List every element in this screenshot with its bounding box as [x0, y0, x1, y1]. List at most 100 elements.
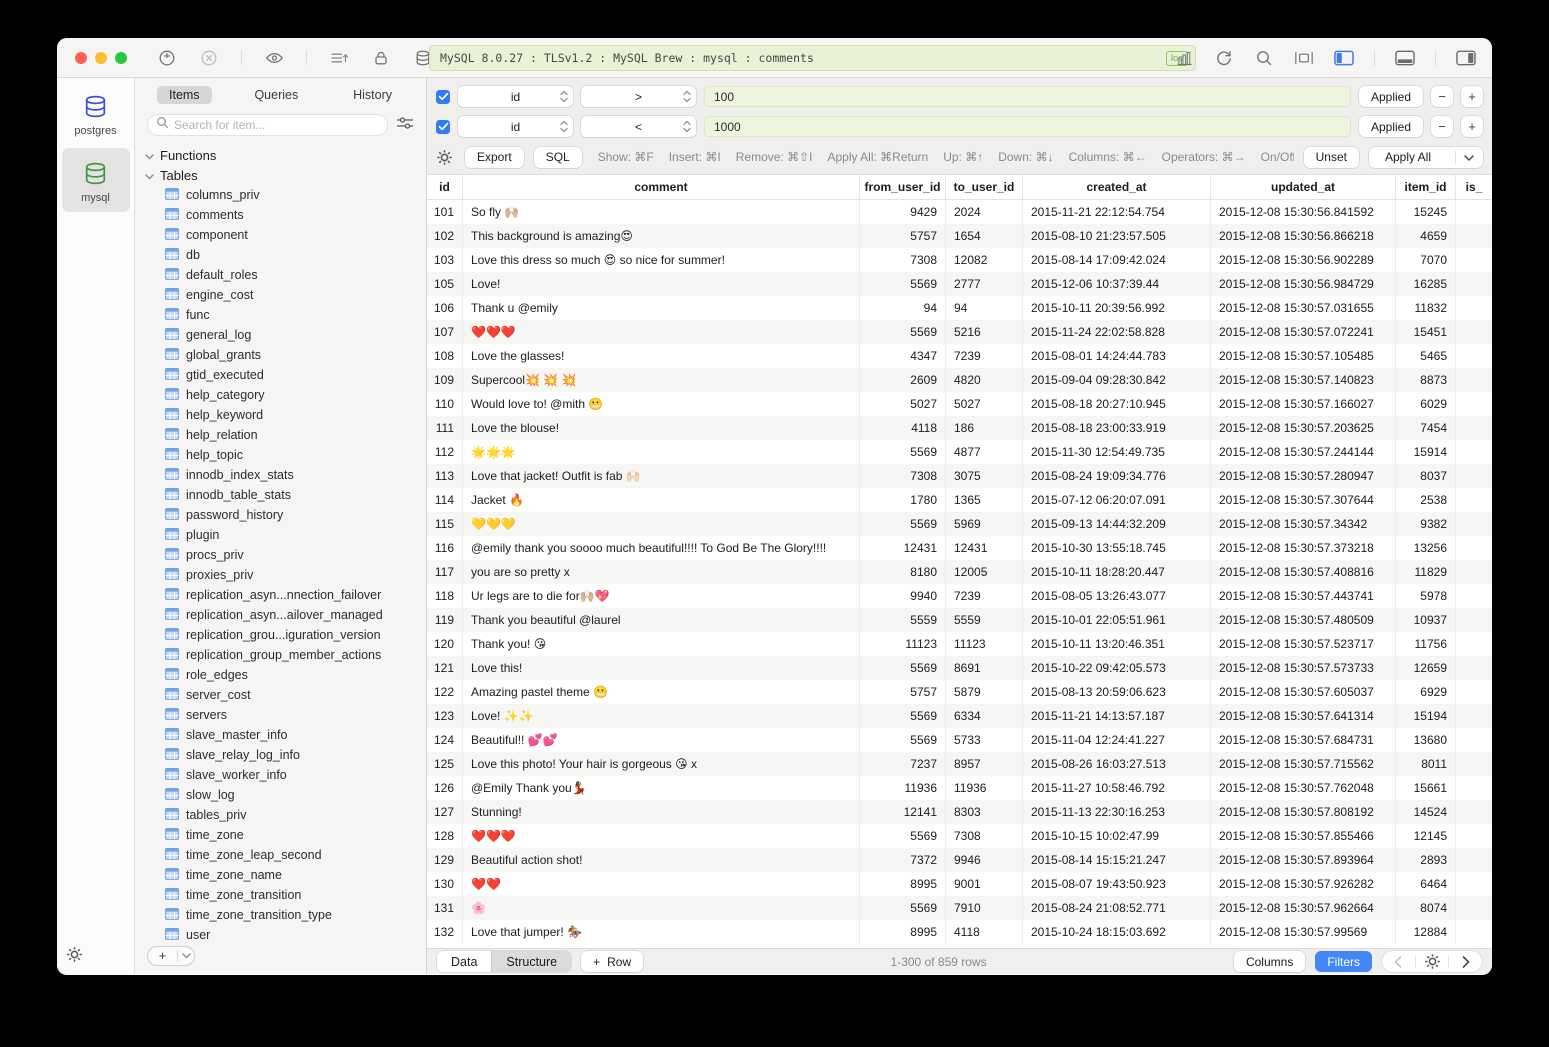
add-filter-button[interactable]: + — [1461, 86, 1483, 107]
filter-checkbox[interactable] — [436, 120, 450, 134]
cell-created_at[interactable]: 2015-10-11 13:20:46.351 — [1023, 632, 1211, 656]
column-header-comment[interactable]: comment — [463, 175, 860, 199]
cell-from_user_id[interactable]: 5569 — [860, 656, 946, 680]
sidebar-table-slow_log[interactable]: slow_log — [135, 785, 426, 805]
cell-comment[interactable]: Ur legs are to die for🙌🏼💖 — [463, 584, 860, 608]
cell-is_[interactable] — [1456, 656, 1492, 680]
cell-id[interactable]: 130 — [427, 872, 463, 896]
cell-item_id[interactable]: 15661 — [1396, 776, 1456, 800]
cell-to_user_id[interactable]: 4820 — [946, 368, 1023, 392]
filters-button[interactable]: Filters — [1315, 951, 1372, 972]
cell-is_[interactable] — [1456, 248, 1492, 272]
cell-to_user_id[interactable]: 8691 — [946, 656, 1023, 680]
cell-created_at[interactable]: 2015-10-11 18:28:20.447 — [1023, 560, 1211, 584]
cell-from_user_id[interactable]: 5569 — [860, 320, 946, 344]
panel-bottom-toggle-icon[interactable] — [1395, 48, 1415, 68]
sidebar-table-gtid_executed[interactable]: gtid_executed — [135, 365, 426, 385]
cell-to_user_id[interactable]: 8303 — [946, 800, 1023, 824]
cell-id[interactable]: 102 — [427, 224, 463, 248]
cell-comment[interactable]: So fly 🙌🏼 — [463, 200, 860, 224]
cell-updated_at[interactable]: 2015-12-08 15:30:57.280947 — [1211, 464, 1396, 488]
cell-updated_at[interactable]: 2015-12-08 15:30:56.902289 — [1211, 248, 1396, 272]
cell-is_[interactable] — [1456, 320, 1492, 344]
cell-id[interactable]: 105 — [427, 272, 463, 296]
cell-item_id[interactable]: 8037 — [1396, 464, 1456, 488]
cell-from_user_id[interactable]: 4347 — [860, 344, 946, 368]
cell-is_[interactable] — [1456, 704, 1492, 728]
cell-updated_at[interactable]: 2015-12-08 15:30:57.99569 — [1211, 920, 1396, 944]
cell-id[interactable]: 120 — [427, 632, 463, 656]
table-row[interactable]: 112🌟🌟🌟556948772015-11-30 12:54:49.735201… — [427, 440, 1492, 464]
cell-is_[interactable] — [1456, 296, 1492, 320]
cell-is_[interactable] — [1456, 872, 1492, 896]
cell-updated_at[interactable]: 2015-12-08 15:30:57.244144 — [1211, 440, 1396, 464]
cell-item_id[interactable]: 8074 — [1396, 896, 1456, 920]
filter-checkbox[interactable] — [436, 90, 450, 104]
cell-id[interactable]: 123 — [427, 704, 463, 728]
cell-is_[interactable] — [1456, 488, 1492, 512]
cell-is_[interactable] — [1456, 560, 1492, 584]
cell-created_at[interactable]: 2015-09-13 14:44:32.209 — [1023, 512, 1211, 536]
table-row[interactable]: 126@Emily Thank you💃🏾11936119362015-11-2… — [427, 776, 1492, 800]
search-icon[interactable] — [1254, 48, 1274, 68]
column-header-id[interactable]: id — [427, 175, 463, 199]
apply-all-button[interactable]: Apply All — [1369, 147, 1483, 168]
table-row[interactable]: 123Love! ✨✨556963342015-11-21 14:13:57.1… — [427, 704, 1492, 728]
cell-from_user_id[interactable]: 5569 — [860, 704, 946, 728]
filter-operator-select[interactable]: < — [581, 116, 696, 137]
cell-is_[interactable] — [1456, 608, 1492, 632]
cell-updated_at[interactable]: 2015-12-08 15:30:56.841592 — [1211, 200, 1396, 224]
sidebar-table-help_category[interactable]: help_category — [135, 385, 426, 405]
table-row[interactable]: 115💛💛💛556959692015-09-13 14:44:32.209201… — [427, 512, 1492, 536]
cell-is_[interactable] — [1456, 728, 1492, 752]
cell-to_user_id[interactable]: 2777 — [946, 272, 1023, 296]
cell-id[interactable]: 129 — [427, 848, 463, 872]
table-row[interactable]: 130❤️❤️899590012015-08-07 19:43:50.92320… — [427, 872, 1492, 896]
cell-from_user_id[interactable]: 9940 — [860, 584, 946, 608]
cell-item_id[interactable]: 14524 — [1396, 800, 1456, 824]
cell-item_id[interactable]: 13680 — [1396, 728, 1456, 752]
cell-created_at[interactable]: 2015-08-13 20:59:06.623 — [1023, 680, 1211, 704]
cell-updated_at[interactable]: 2015-12-08 15:30:57.031655 — [1211, 296, 1396, 320]
cell-comment[interactable]: ❤️❤️❤️ — [463, 824, 860, 848]
chevron-down-icon[interactable] — [178, 953, 194, 959]
cell-from_user_id[interactable]: 7372 — [860, 848, 946, 872]
sidebar-table-proxies_priv[interactable]: proxies_priv — [135, 565, 426, 585]
cell-item_id[interactable]: 15451 — [1396, 320, 1456, 344]
cell-to_user_id[interactable]: 7239 — [946, 584, 1023, 608]
cell-updated_at[interactable]: 2015-12-08 15:30:57.443741 — [1211, 584, 1396, 608]
cell-is_[interactable] — [1456, 632, 1492, 656]
cell-from_user_id[interactable]: 5569 — [860, 728, 946, 752]
cell-comment[interactable]: Love that jumper! 🏇 — [463, 920, 860, 944]
cell-item_id[interactable]: 8011 — [1396, 752, 1456, 776]
cell-from_user_id[interactable]: 12431 — [860, 536, 946, 560]
cell-is_[interactable] — [1456, 680, 1492, 704]
cell-item_id[interactable]: 2538 — [1396, 488, 1456, 512]
cell-item_id[interactable]: 8873 — [1396, 368, 1456, 392]
cell-item_id[interactable]: 15194 — [1396, 704, 1456, 728]
column-header-to_user_id[interactable]: to_user_id — [946, 175, 1023, 199]
cell-item_id[interactable]: 4659 — [1396, 224, 1456, 248]
cell-comment[interactable]: 🌸 — [463, 896, 860, 920]
cell-from_user_id[interactable]: 2609 — [860, 368, 946, 392]
cell-to_user_id[interactable]: 186 — [946, 416, 1023, 440]
cell-is_[interactable] — [1456, 512, 1492, 536]
cell-is_[interactable] — [1456, 848, 1492, 872]
cell-to_user_id[interactable]: 1365 — [946, 488, 1023, 512]
cell-created_at[interactable]: 2015-08-18 23:00:33.919 — [1023, 416, 1211, 440]
structure-list-icon[interactable] — [329, 48, 349, 68]
cell-is_[interactable] — [1456, 824, 1492, 848]
cell-is_[interactable] — [1456, 440, 1492, 464]
cell-updated_at[interactable]: 2015-12-08 15:30:57.605037 — [1211, 680, 1396, 704]
cell-to_user_id[interactable]: 5216 — [946, 320, 1023, 344]
export-button[interactable]: Export — [465, 147, 524, 168]
cell-item_id[interactable]: 16285 — [1396, 272, 1456, 296]
cell-item_id[interactable]: 11829 — [1396, 560, 1456, 584]
cell-created_at[interactable]: 2015-11-21 14:13:57.187 — [1023, 704, 1211, 728]
cell-id[interactable]: 126 — [427, 776, 463, 800]
cell-to_user_id[interactable]: 8957 — [946, 752, 1023, 776]
sidebar-table-func[interactable]: func — [135, 305, 426, 325]
cell-updated_at[interactable]: 2015-12-08 15:30:57.408816 — [1211, 560, 1396, 584]
sidebar-table-time_zone_leap_second[interactable]: time_zone_leap_second — [135, 845, 426, 865]
data-view-button[interactable]: Data — [437, 951, 491, 972]
